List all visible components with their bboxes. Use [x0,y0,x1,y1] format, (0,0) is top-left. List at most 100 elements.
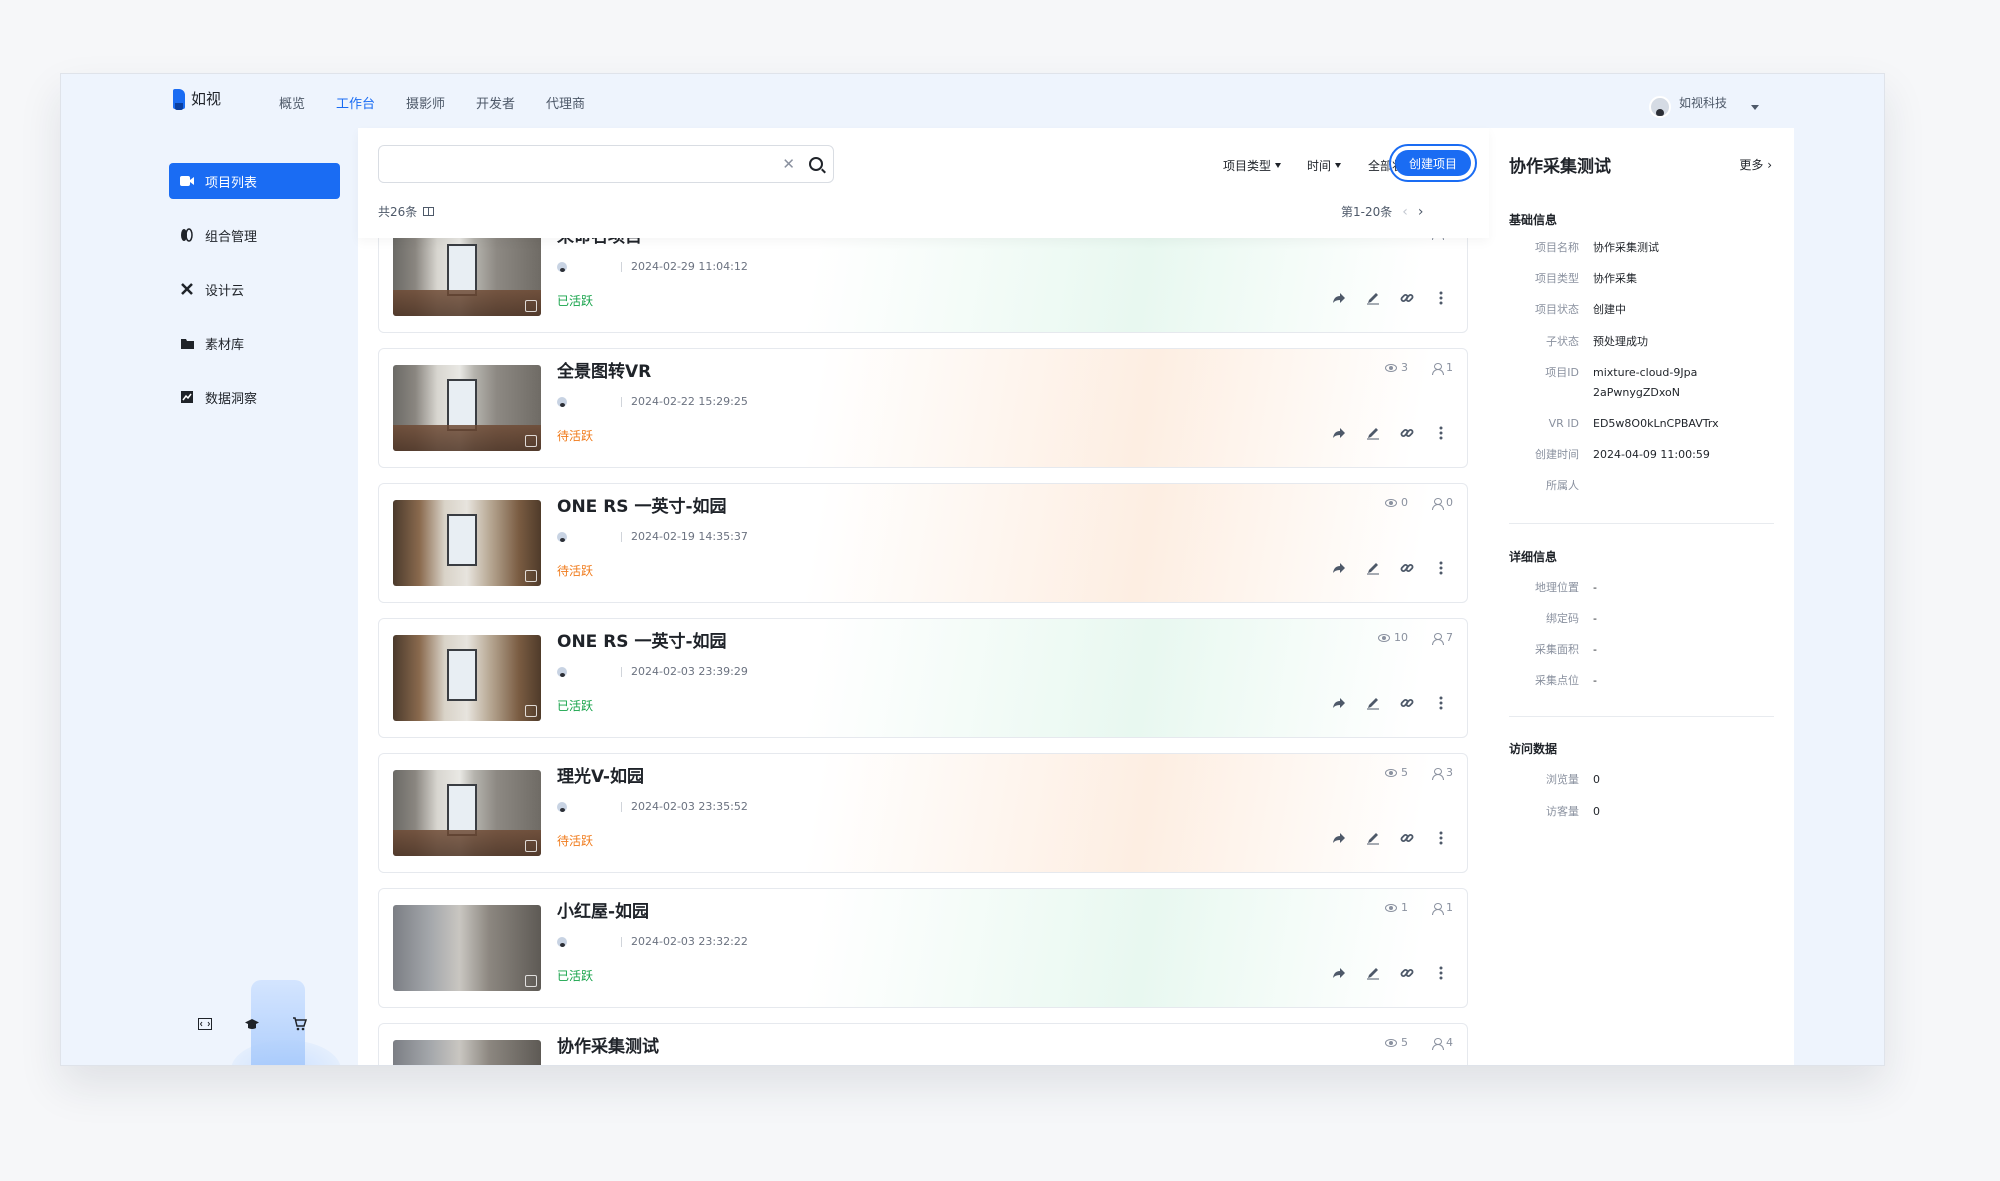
edit-icon[interactable] [1365,560,1381,576]
project-card[interactable]: 小红屋-如园 2024-02-03 23:32:22 已活跃 1 1 [378,888,1468,1008]
search-input[interactable]: ✕ [378,145,834,183]
project-title[interactable]: 协作采集测试 [557,1032,659,1057]
edit-icon[interactable] [1365,290,1381,306]
project-thumbnail[interactable] [393,635,541,721]
project-card[interactable]: 全景图转VR 2024-02-22 15:29:25 待活跃 3 1 [378,348,1468,468]
chevron-left-icon[interactable]: ‹ [1402,204,1408,220]
sidebar-item-label: 项目列表 [205,175,258,191]
detail-row: 采集面积 - [1535,643,1597,656]
chart-icon [179,389,195,405]
visitor-count: 1 [1446,361,1453,374]
search-icon[interactable] [809,157,823,171]
sidebar-item-project-list[interactable]: 项目列表 [169,163,340,199]
nav-item-agent[interactable]: 代理商 [546,93,585,112]
project-actions [1331,830,1449,846]
link-icon[interactable] [1399,695,1415,711]
detail-row: 创建时间 2024-04-09 11:00:59 [1535,448,1710,461]
filter-project-type[interactable]: 项目类型 [1223,157,1282,174]
visitor-count: 3 [1446,766,1453,779]
project-card[interactable]: ONE RS 一英寸-如园 2024-02-19 14:35:37 待活跃 0 … [378,483,1468,603]
link-icon[interactable] [1399,425,1415,441]
link-icon[interactable] [1399,830,1415,846]
graduation-cap-icon[interactable] [244,1016,260,1032]
project-title[interactable]: 小红屋-如园 [557,897,649,922]
grid-view-icon[interactable] [423,207,435,216]
project-thumbnail[interactable] [393,905,541,991]
project-meta: 2024-02-03 23:39:29 [557,665,748,678]
sidebar: 项目列表 组合管理 设计云 素材库 数据洞察 [61,130,357,1065]
project-card[interactable]: 未命名项目 2024-02-29 11:04:12 已活跃 0 0 [378,238,1468,333]
more-icon[interactable] [1433,560,1449,576]
result-count: 共26条 [378,203,435,220]
chevron-right-icon[interactable]: › [1418,204,1424,220]
sidebar-item-assets[interactable]: 素材库 [169,325,340,361]
more-icon[interactable] [1433,290,1449,306]
pagination: 第1-20条 ‹ › [1341,203,1423,220]
user-icon [1432,362,1444,375]
more-link[interactable]: 更多 › [1739,156,1772,173]
code-icon[interactable] [197,1016,213,1032]
share-icon[interactable] [1331,965,1347,981]
nav-item-workbench[interactable]: 工作台 [336,93,375,112]
close-icon[interactable]: ✕ [782,155,795,173]
project-actions [1331,965,1449,981]
project-title[interactable]: 全景图转VR [557,357,651,382]
project-thumbnail[interactable] [393,770,541,856]
sidebar-item-combo[interactable]: 组合管理 [169,217,340,253]
sidebar-item-design-cloud[interactable]: 设计云 [169,271,340,307]
edit-icon[interactable] [1365,830,1381,846]
filter-time[interactable]: 时间 [1307,157,1342,174]
project-meta: 2024-02-22 15:29:25 [557,395,748,408]
project-card[interactable]: 协作采集测试 5 4 [378,1023,1468,1065]
nav-item-developer[interactable]: 开发者 [476,93,515,112]
divider [1509,523,1774,524]
project-card[interactable]: 理光V-如园 2024-02-03 23:35:52 待活跃 5 3 [378,753,1468,873]
eye-icon [1385,1038,1397,1047]
project-list-panel: ✕ 项目类型 时间 全部状态 创建项目 共26条 第1-20条 ‹ › 2024… [358,128,1489,1065]
more-icon[interactable] [1433,830,1449,846]
logo-text: 如视 [191,90,222,108]
project-title[interactable]: ONE RS 一英寸-如园 [557,492,727,517]
user-menu[interactable]: 如视科技 [1649,86,1760,118]
caret-down-icon [1275,163,1282,168]
nav-item-overview[interactable]: 概览 [279,93,305,112]
logo[interactable]: 如视 [173,88,222,110]
project-date: 2024-02-03 23:35:52 [631,800,748,813]
link-icon[interactable] [1399,560,1415,576]
project-date: 2024-02-29 11:04:12 [631,260,748,273]
share-icon[interactable] [1331,560,1347,576]
project-title[interactable]: ONE RS 一英寸-如园 [557,627,727,652]
project-card[interactable]: ONE RS 一英寸-如园 2024-02-03 23:39:29 已活跃 10… [378,618,1468,738]
more-icon[interactable] [1433,965,1449,981]
edit-icon[interactable] [1365,965,1381,981]
sidebar-tools [197,1016,307,1032]
edit-icon[interactable] [1365,695,1381,711]
nav-item-photographer[interactable]: 摄影师 [406,93,445,112]
project-title[interactable]: 理光V-如园 [557,762,644,787]
project-thumbnail[interactable] [393,365,541,451]
design-icon [179,281,195,297]
project-date: 2024-02-22 15:29:25 [631,395,748,408]
detail-row: 项目类型 协作采集 [1535,272,1637,285]
project-thumbnail[interactable] [393,500,541,586]
link-icon[interactable] [1399,290,1415,306]
visitor-count: 4 [1446,1036,1453,1049]
cart-icon[interactable] [291,1016,307,1032]
share-icon[interactable] [1331,830,1347,846]
share-icon[interactable] [1331,425,1347,441]
more-icon[interactable] [1433,425,1449,441]
share-icon[interactable] [1331,695,1347,711]
avatar [557,936,567,947]
create-project-button[interactable]: 创建项目 [1389,144,1477,182]
edit-icon[interactable] [1365,425,1381,441]
project-title[interactable]: 未命名项目 [557,238,642,247]
eye-icon [1385,768,1397,777]
more-icon[interactable] [1433,695,1449,711]
project-date: 2024-02-19 14:35:37 [631,530,748,543]
share-icon[interactable] [1331,290,1347,306]
link-icon[interactable] [1399,965,1415,981]
sidebar-item-insights[interactable]: 数据洞察 [169,379,340,415]
detail-row: 子状态 预处理成功 [1546,335,1648,348]
project-thumbnail[interactable] [393,238,541,316]
project-thumbnail[interactable] [393,1040,541,1065]
